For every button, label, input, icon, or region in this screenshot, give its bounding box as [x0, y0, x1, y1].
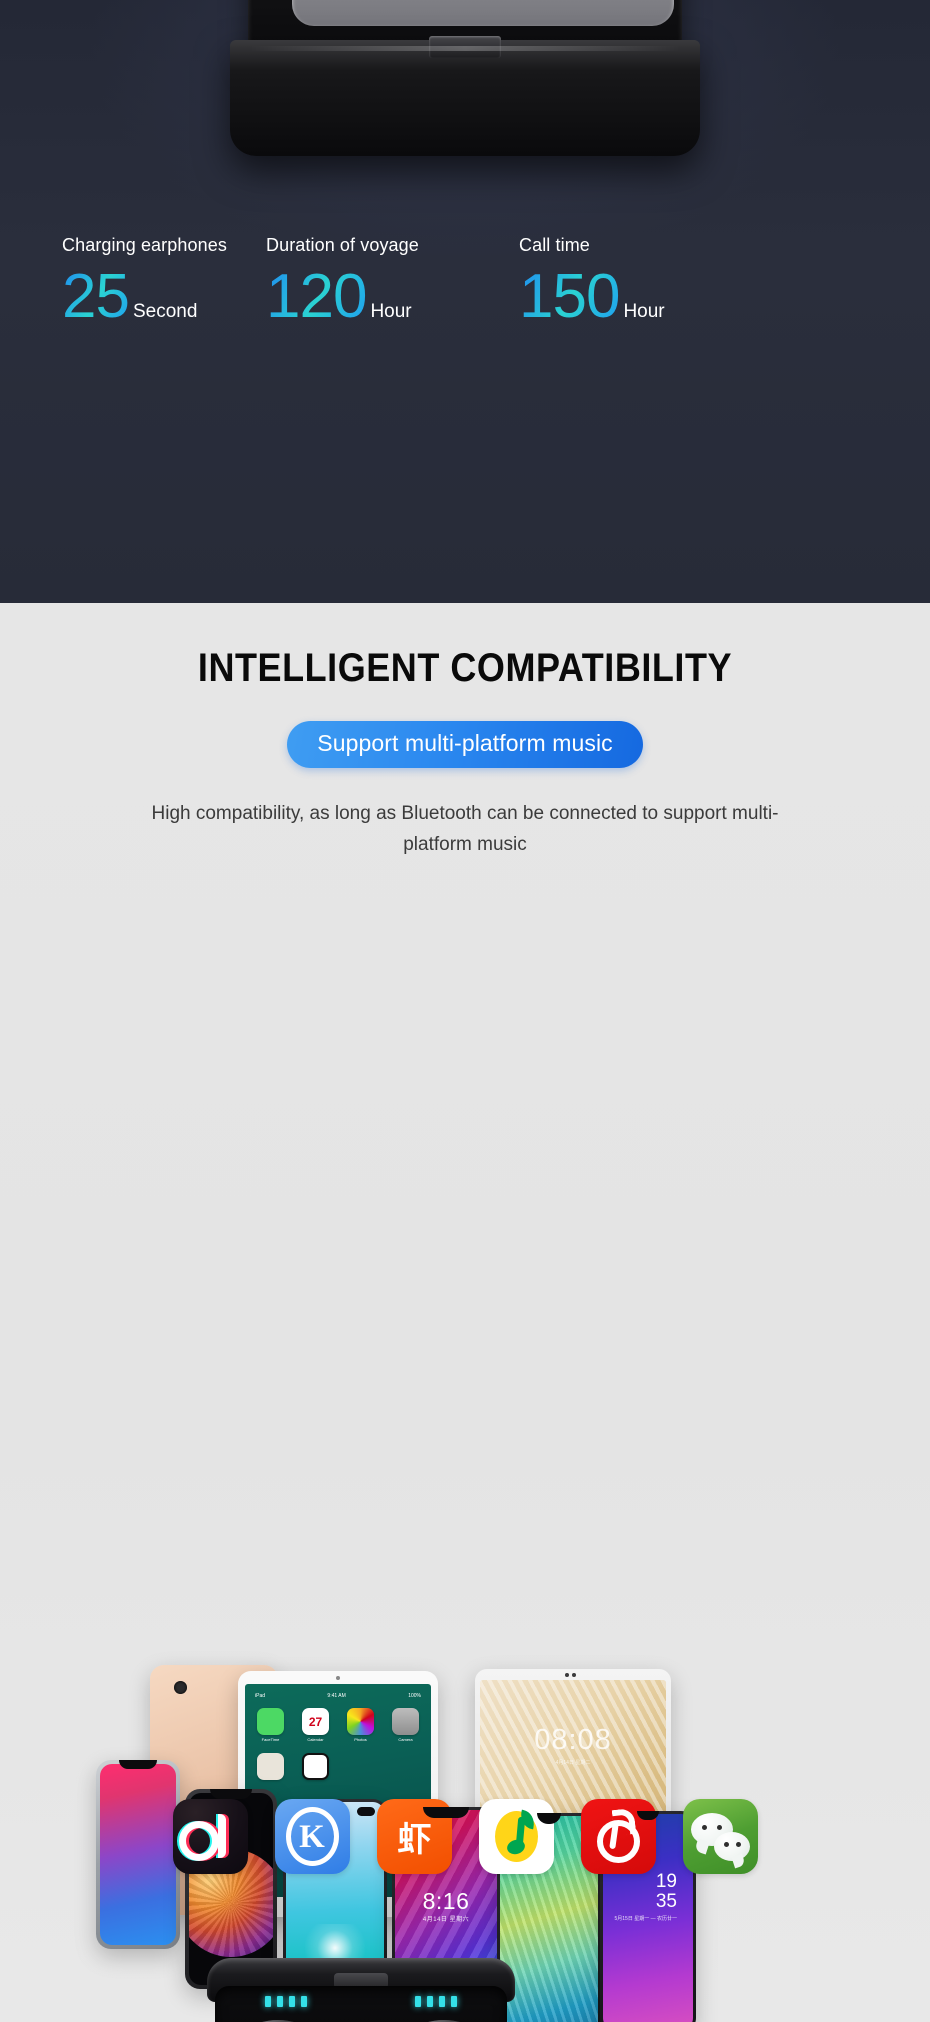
status-badge: Support multi-platform music	[287, 721, 643, 768]
battery-bars-right	[415, 1996, 457, 2007]
earbuds-charging-case-image: 100	[230, 0, 700, 156]
lockscreen-clock-minute: 35	[655, 1891, 677, 1912]
calendar-icon: 27	[302, 1708, 329, 1735]
stat-value: 150	[519, 262, 620, 331]
notch	[423, 1807, 469, 1818]
tiktok-app-icon[interactable]	[172, 1799, 248, 1874]
ipad-app[interactable]	[252, 1753, 289, 1780]
stat-label: Duration of voyage	[266, 235, 419, 255]
stat-unit: Hour	[623, 301, 665, 322]
status-clock: 9:41 AM	[327, 1692, 346, 1699]
compatibility-section: INTELLIGENT COMPATIBILITY Support multi-…	[0, 603, 930, 2022]
notch	[210, 1789, 252, 1799]
camera-app-icon	[392, 1708, 419, 1735]
punch-hole-camera-icon	[357, 1807, 375, 1816]
hero-section: 100 Charging earphones 25 Second Duratio…	[0, 0, 930, 603]
kugou-app-icon[interactable]: K	[274, 1799, 350, 1874]
music-note-white-icon	[179, 1814, 226, 1861]
ipad-app[interactable]: Photos	[342, 1708, 379, 1742]
ipad-app[interactable]: Camera	[387, 1708, 424, 1742]
lockscreen-date: 4月14日 星期六	[422, 1917, 470, 1923]
ipad-app[interactable]	[297, 1753, 334, 1780]
status-battery: 100%	[408, 1692, 421, 1699]
stat-unit: Hour	[370, 301, 412, 322]
stat-value: 25	[62, 262, 130, 331]
lockscreen-clock: 08:08	[534, 1724, 612, 1756]
photos-icon	[347, 1708, 374, 1735]
ipad-app-label: Calendar	[307, 1737, 324, 1742]
stat-charging-earphones: Charging earphones 25 Second	[62, 236, 227, 327]
case-tray: 100	[292, 0, 674, 26]
lockscreen-date: 4月14日 星期二	[555, 1760, 591, 1766]
eye-dot	[735, 1842, 741, 1847]
eye-dot	[716, 1825, 722, 1830]
qqmusic-app-icon[interactable]	[478, 1799, 554, 1874]
stat-label: Call time	[519, 235, 590, 255]
ipad-status-bar: iPad 9:41 AM 100%	[252, 1692, 424, 1699]
stat-label: Charging earphones	[62, 235, 227, 255]
ipad-app-label: Photos	[354, 1737, 367, 1742]
camera-icon	[174, 1681, 187, 1694]
ipad-app-grid: FaceTime 27 Calendar Photos Camera	[252, 1708, 424, 1780]
battery-bars-left	[265, 1996, 307, 2007]
kugou-letter: K	[299, 1819, 325, 1855]
ipad-app[interactable]: FaceTime	[252, 1708, 289, 1742]
stat-unit: Second	[132, 301, 198, 322]
stat-duration-of-voyage: Duration of voyage 120 Hour	[266, 236, 419, 327]
lockscreen-date: 5月15日 星期一 — 农历廿一	[614, 1916, 677, 1922]
camera-icon	[565, 1673, 581, 1677]
wechat-app-icon[interactable]	[682, 1799, 758, 1874]
speech-bubble-small-icon	[713, 1832, 750, 1861]
page-title: INTELLIGENT COMPATIBILITY	[197, 646, 733, 690]
case-body	[230, 40, 700, 156]
eye-dot	[723, 1842, 729, 1847]
contacts-icon	[257, 1753, 284, 1780]
spec-stats-row: Charging earphones 25 Second Duration of…	[0, 236, 930, 366]
earbuds-case-open-image: 100	[203, 1958, 519, 2022]
facetime-icon	[257, 1708, 284, 1735]
notch	[119, 1760, 157, 1769]
lockscreen-clock-hour: 19	[655, 1871, 677, 1892]
stat-value: 120	[266, 262, 367, 331]
lockscreen-clock: 8:16	[422, 1888, 470, 1914]
status-carrier: iPad	[255, 1692, 266, 1699]
front-camera-icon	[336, 1676, 340, 1680]
clock-icon	[302, 1753, 329, 1780]
ipad-app[interactable]: 27 Calendar	[297, 1708, 334, 1742]
section-description: High compatibility, as long as Bluetooth…	[151, 803, 779, 855]
stat-call-time: Call time 150 Hour	[519, 236, 665, 327]
ipad-app-label: FaceTime	[261, 1737, 280, 1742]
case-cradle: 100	[215, 1986, 507, 2022]
badge-container: Support multi-platform music	[0, 721, 930, 768]
eye-dot	[701, 1825, 707, 1830]
ipad-app-label: Camera	[398, 1737, 413, 1742]
